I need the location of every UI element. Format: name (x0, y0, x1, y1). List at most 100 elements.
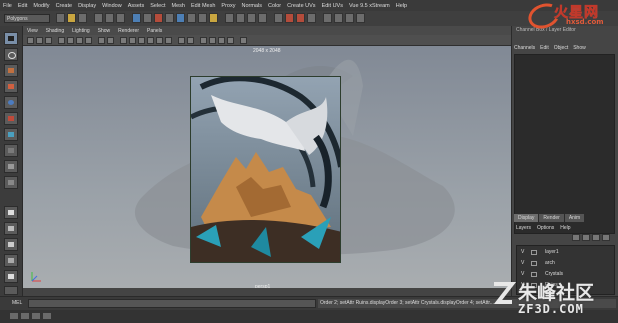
move-layer-up-icon[interactable] (572, 234, 580, 241)
menu-select[interactable]: Select (147, 3, 168, 9)
menu-file[interactable]: File (0, 3, 15, 9)
menu-edit-uvs[interactable]: Edit UVs (319, 3, 346, 9)
menu-display[interactable]: Display (75, 3, 99, 9)
universal-manipulator-icon[interactable] (4, 128, 18, 141)
tab-display[interactable]: Display (514, 214, 539, 222)
tab-render[interactable]: Render (539, 214, 564, 222)
menu-modify[interactable]: Modify (30, 3, 52, 9)
select-tool-icon[interactable] (4, 32, 18, 45)
multisample-aa-icon[interactable] (218, 37, 225, 44)
mask-dynamics-icon[interactable] (187, 13, 196, 23)
layout-single-icon[interactable] (4, 206, 18, 219)
layer-visibility-toggle[interactable]: V (521, 248, 524, 257)
mask-deform-icon[interactable] (176, 13, 185, 23)
mask-surfaces-icon[interactable] (165, 13, 174, 23)
safe-action-icon[interactable] (107, 37, 114, 44)
layer-type-swatch[interactable] (531, 250, 537, 255)
image-plane-icon[interactable] (45, 37, 52, 44)
move-tool-icon[interactable] (4, 80, 18, 93)
mel-command-input[interactable] (28, 299, 316, 308)
snap-grid-icon[interactable] (225, 13, 234, 23)
xray-joints-icon[interactable] (187, 37, 194, 44)
select-hierarchy-icon[interactable] (94, 13, 103, 23)
mask-curves-icon[interactable] (154, 13, 163, 23)
menu-create[interactable]: Create (53, 3, 76, 9)
tab-anim[interactable]: Anim (564, 214, 585, 222)
last-tool-icon[interactable] (4, 176, 18, 189)
mask-misc-icon[interactable] (209, 13, 218, 23)
show-manipulator-icon[interactable] (4, 160, 18, 173)
ipr-render-icon[interactable] (296, 13, 305, 23)
layout-four-icon[interactable] (4, 222, 18, 235)
outliner-icon[interactable] (4, 286, 18, 295)
render-icon[interactable] (285, 13, 294, 23)
isolate-select-icon[interactable] (240, 37, 247, 44)
grid-icon[interactable] (58, 37, 65, 44)
tab-edit[interactable]: Edit (540, 45, 549, 51)
gate-mask-icon[interactable] (85, 37, 92, 44)
panel-menu-shading[interactable]: Shading (42, 28, 68, 34)
layout-persp-outliner-icon[interactable] (4, 254, 18, 267)
wireframe-icon[interactable] (120, 37, 127, 44)
menu-create-uvs[interactable]: Create UVs (284, 3, 318, 9)
new-scene-icon[interactable] (56, 13, 65, 23)
screen-space-ao-icon[interactable] (200, 37, 207, 44)
render-settings-icon[interactable] (307, 13, 316, 23)
save-scene-icon[interactable] (78, 13, 87, 23)
rotate-tool-icon[interactable] (4, 96, 18, 109)
mask-joints-icon[interactable] (143, 13, 152, 23)
perspective-viewport[interactable]: 2048 x 2048 persp1 (23, 46, 511, 288)
tab-show[interactable]: Show (573, 45, 586, 51)
menu-proxy[interactable]: Proxy (218, 3, 238, 9)
xray-icon[interactable] (178, 37, 185, 44)
snap-point-icon[interactable] (247, 13, 256, 23)
layer-menu-options[interactable]: Options (537, 225, 554, 231)
channel-box-area[interactable] (514, 54, 615, 234)
panel-menu-show[interactable]: Show (94, 28, 115, 34)
layer-type-swatch[interactable] (531, 261, 537, 266)
soft-modification-icon[interactable] (4, 144, 18, 157)
wireframe-on-shaded-icon[interactable] (138, 37, 145, 44)
hypershade-icon[interactable] (21, 313, 29, 319)
layout-graph-icon[interactable] (4, 270, 18, 283)
input-field-icon[interactable] (323, 13, 332, 23)
snap-plane-icon[interactable] (258, 13, 267, 23)
menu-edit-mesh[interactable]: Edit Mesh (188, 3, 218, 9)
menu-help[interactable]: Help (393, 3, 410, 9)
select-object-icon[interactable] (105, 13, 114, 23)
mask-rendering-icon[interactable] (198, 13, 207, 23)
layer-menu-help[interactable]: Help (560, 225, 570, 231)
use-all-lights-icon[interactable] (156, 37, 163, 44)
history-icon[interactable] (274, 13, 283, 23)
attribute-editor-icon[interactable] (334, 13, 343, 23)
menu-edit[interactable]: Edit (15, 3, 30, 9)
render-view-icon[interactable] (43, 313, 51, 319)
select-component-icon[interactable] (116, 13, 125, 23)
textured-icon[interactable] (147, 37, 154, 44)
layer-menu-layers[interactable]: Layers (516, 225, 531, 231)
new-layer-icon[interactable] (592, 234, 600, 241)
tab-channels[interactable]: Channels (514, 45, 535, 51)
menu-normals[interactable]: Normals (238, 3, 264, 9)
open-scene-icon[interactable] (67, 13, 76, 23)
mask-handles-icon[interactable] (132, 13, 141, 23)
menu-vue-xstream[interactable]: Vue 9.5 xStream (346, 3, 393, 9)
layer-visibility-toggle[interactable]: V (521, 259, 524, 268)
film-gate-icon[interactable] (67, 37, 74, 44)
tool-settings-icon[interactable] (345, 13, 354, 23)
motion-blur-icon[interactable] (209, 37, 216, 44)
depth-of-field-icon[interactable] (227, 37, 234, 44)
menu-window[interactable]: Window (99, 3, 125, 9)
resolution-gate-icon[interactable] (76, 37, 83, 44)
menu-assets[interactable]: Assets (125, 3, 148, 9)
script-editor-icon[interactable] (10, 313, 18, 319)
tab-object[interactable]: Object (554, 45, 568, 51)
panel-menu-view[interactable]: View (23, 28, 42, 34)
menu-set-dropdown[interactable]: Polygons (4, 14, 50, 23)
paint-select-tool-icon[interactable] (4, 64, 18, 77)
menu-color[interactable]: Color (265, 3, 284, 9)
smooth-shade-icon[interactable] (129, 37, 136, 44)
panel-menu-panels[interactable]: Panels (143, 28, 166, 34)
lasso-tool-icon[interactable] (4, 48, 18, 61)
move-layer-down-icon[interactable] (582, 234, 590, 241)
